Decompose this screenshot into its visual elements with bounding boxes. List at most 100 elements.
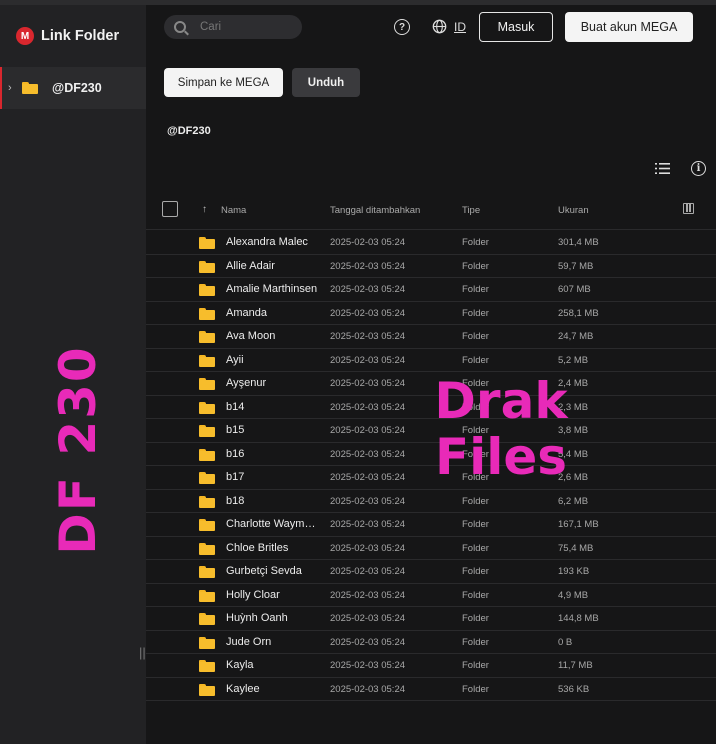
row-size: 144,8 MB [558, 613, 599, 624]
row-size: 193 KB [558, 566, 590, 577]
sort-arrow-icon[interactable]: ↑ [202, 204, 207, 215]
row-name: Ayşenur [226, 377, 267, 389]
search-input[interactable] [200, 21, 290, 33]
row-date: 2025-02-03 05:24 [330, 542, 406, 554]
row-type: Folder [462, 613, 489, 624]
row-name: b17 [226, 471, 245, 483]
row-size: 167,1 MB [558, 519, 599, 530]
row-date: 2025-02-03 05:24 [330, 401, 406, 413]
table-row[interactable]: b16 2025-02-03 05:24 Folder 5,4 MB [146, 443, 716, 466]
sidebar-item-root-folder[interactable]: › @DF230 [0, 67, 146, 109]
row-size: 2,6 MB [558, 472, 589, 483]
table-row[interactable]: b17 2025-02-03 05:24 Folder 2,6 MB [146, 466, 716, 490]
column-header-name[interactable]: Nama [221, 205, 246, 216]
table-row[interactable]: Huỳnh Oanh 2025-02-03 05:24 Folder 144,8 MB [146, 607, 716, 631]
row-size: 59,7 MB [558, 260, 594, 272]
mega-logo-icon: M [16, 27, 34, 45]
row-date: 2025-02-03 05:24 [330, 378, 406, 389]
login-button[interactable]: Masuk [479, 12, 553, 42]
table-row[interactable]: Ayşenur 2025-02-03 05:24 Folder 2,4 MB [146, 372, 716, 396]
list-view-icon[interactable] [655, 163, 670, 174]
folder-icon [199, 307, 215, 320]
table-row[interactable]: Ava Moon 2025-02-03 05:24 Folder 24,7 MB [146, 325, 716, 349]
row-name: Chloe Britles [226, 541, 289, 554]
table-row[interactable]: Gurbetçi Sevda 2025-02-03 05:24 Folder 193 … [146, 560, 716, 584]
row-name: Alexandra Malec [226, 236, 308, 248]
table-row[interactable]: Alexandra Malec 2025-02-03 05:24 Folder 301… [146, 231, 716, 255]
table-row[interactable]: b15 2025-02-03 05:24 Folder 3,8 MB [146, 419, 716, 443]
table-row[interactable]: Kaylee 2025-02-03 05:24 Folder 536 KB [146, 678, 716, 701]
search-icon [174, 21, 186, 33]
row-name: Allie Adair [226, 259, 275, 272]
row-date: 2025-02-03 05:24 [330, 237, 406, 248]
row-size: 0 B [558, 636, 573, 648]
globe-icon[interactable] [432, 19, 447, 34]
row-date: 2025-02-03 05:24 [330, 566, 406, 577]
row-date: 2025-02-03 05:24 [330, 660, 406, 671]
table-row[interactable]: Chloe Britles 2025-02-03 05:24 Folder 75,4 … [146, 537, 716, 560]
brand[interactable]: M Link Folder [16, 25, 119, 47]
chevron-right-icon[interactable]: › [8, 82, 18, 94]
folder-icon [199, 566, 215, 578]
row-date: 2025-02-03 05:24 [330, 495, 406, 507]
table-row[interactable]: Amalie Marthinsen 2025-02-03 05:24 Folder 6… [146, 278, 716, 302]
folder-icon [199, 589, 215, 602]
table-row[interactable]: Charlotte Waymouth 2025-02-03 05:24 Folder… [146, 513, 716, 537]
row-type: Folder [462, 401, 489, 413]
row-name: Amanda [226, 306, 267, 319]
row-size: 607 MB [558, 284, 591, 295]
folder-icon [199, 683, 215, 696]
row-name: Kayla [226, 659, 254, 671]
create-account-button[interactable]: Buat akun MEGA [565, 12, 693, 42]
table-row[interactable]: Kayla 2025-02-03 05:24 Folder 11,7 MB [146, 654, 716, 678]
folder-icon [199, 354, 215, 367]
column-header-size[interactable]: Ukuran [558, 205, 589, 216]
row-name: Amalie Marthinsen [226, 283, 318, 295]
row-type: Folder [462, 425, 489, 436]
row-size: 4,9 MB [558, 589, 589, 601]
table-row[interactable]: Ayii 2025-02-03 05:24 Folder 5,2 MB [146, 349, 716, 372]
row-date: 2025-02-03 05:24 [330, 331, 406, 342]
download-button[interactable]: Unduh [292, 68, 360, 97]
row-size: 5,4 MB [558, 448, 589, 460]
language-selector[interactable]: ID [454, 20, 466, 34]
row-date: 2025-02-03 05:24 [330, 260, 406, 272]
table-row[interactable]: Amanda 2025-02-03 05:24 Folder 258,1 MB [146, 302, 716, 325]
row-type: Folder [462, 683, 489, 695]
row-size: 536 KB [558, 683, 590, 695]
row-type: Folder [462, 589, 489, 601]
row-name: b14 [226, 400, 245, 413]
help-icon[interactable]: ? [394, 19, 410, 35]
row-size: 3,8 MB [558, 425, 589, 436]
folder-icon [199, 519, 215, 531]
row-name: b18 [226, 494, 245, 507]
columns-settings-icon[interactable] [683, 203, 694, 214]
table-row[interactable]: Jude Orn 2025-02-03 05:24 Folder 0 B [146, 631, 716, 654]
select-all-checkbox[interactable] [162, 201, 178, 217]
save-to-mega-button[interactable]: Simpan ke MEGA [164, 68, 283, 97]
column-header-date[interactable]: Tanggal ditambahkan [330, 205, 420, 216]
table-row[interactable]: b14 2025-02-03 05:24 Folder 2,3 MB [146, 396, 716, 419]
row-size: 11,7 MB [558, 660, 593, 671]
row-date: 2025-02-03 05:24 [330, 448, 406, 460]
search-box[interactable] [164, 15, 302, 39]
table-row[interactable]: Allie Adair 2025-02-03 05:24 Folder 59,7 MB [146, 255, 716, 278]
breadcrumb[interactable]: @DF230 [167, 125, 211, 137]
row-date: 2025-02-03 05:24 [330, 472, 406, 483]
info-icon[interactable]: i [691, 161, 706, 176]
row-size: 5,2 MB [558, 354, 589, 366]
folder-icon [199, 472, 215, 484]
row-type: Folder [462, 448, 489, 460]
folder-icon [199, 425, 215, 437]
folder-icon [199, 331, 215, 343]
row-type: Folder [462, 237, 489, 248]
sidebar-resize-handle[interactable]: || [139, 645, 146, 660]
row-type: Folder [462, 307, 489, 319]
table-row[interactable]: Holly Cloar 2025-02-03 05:24 Folder 4,9 MB [146, 584, 716, 607]
row-size: 2,4 MB [558, 378, 589, 389]
row-type: Folder [462, 331, 489, 342]
row-type: Folder [462, 354, 489, 366]
column-header-type[interactable]: Tipe [462, 205, 480, 216]
table-row[interactable]: b18 2025-02-03 05:24 Folder 6,2 MB [146, 490, 716, 513]
row-type: Folder [462, 519, 489, 530]
